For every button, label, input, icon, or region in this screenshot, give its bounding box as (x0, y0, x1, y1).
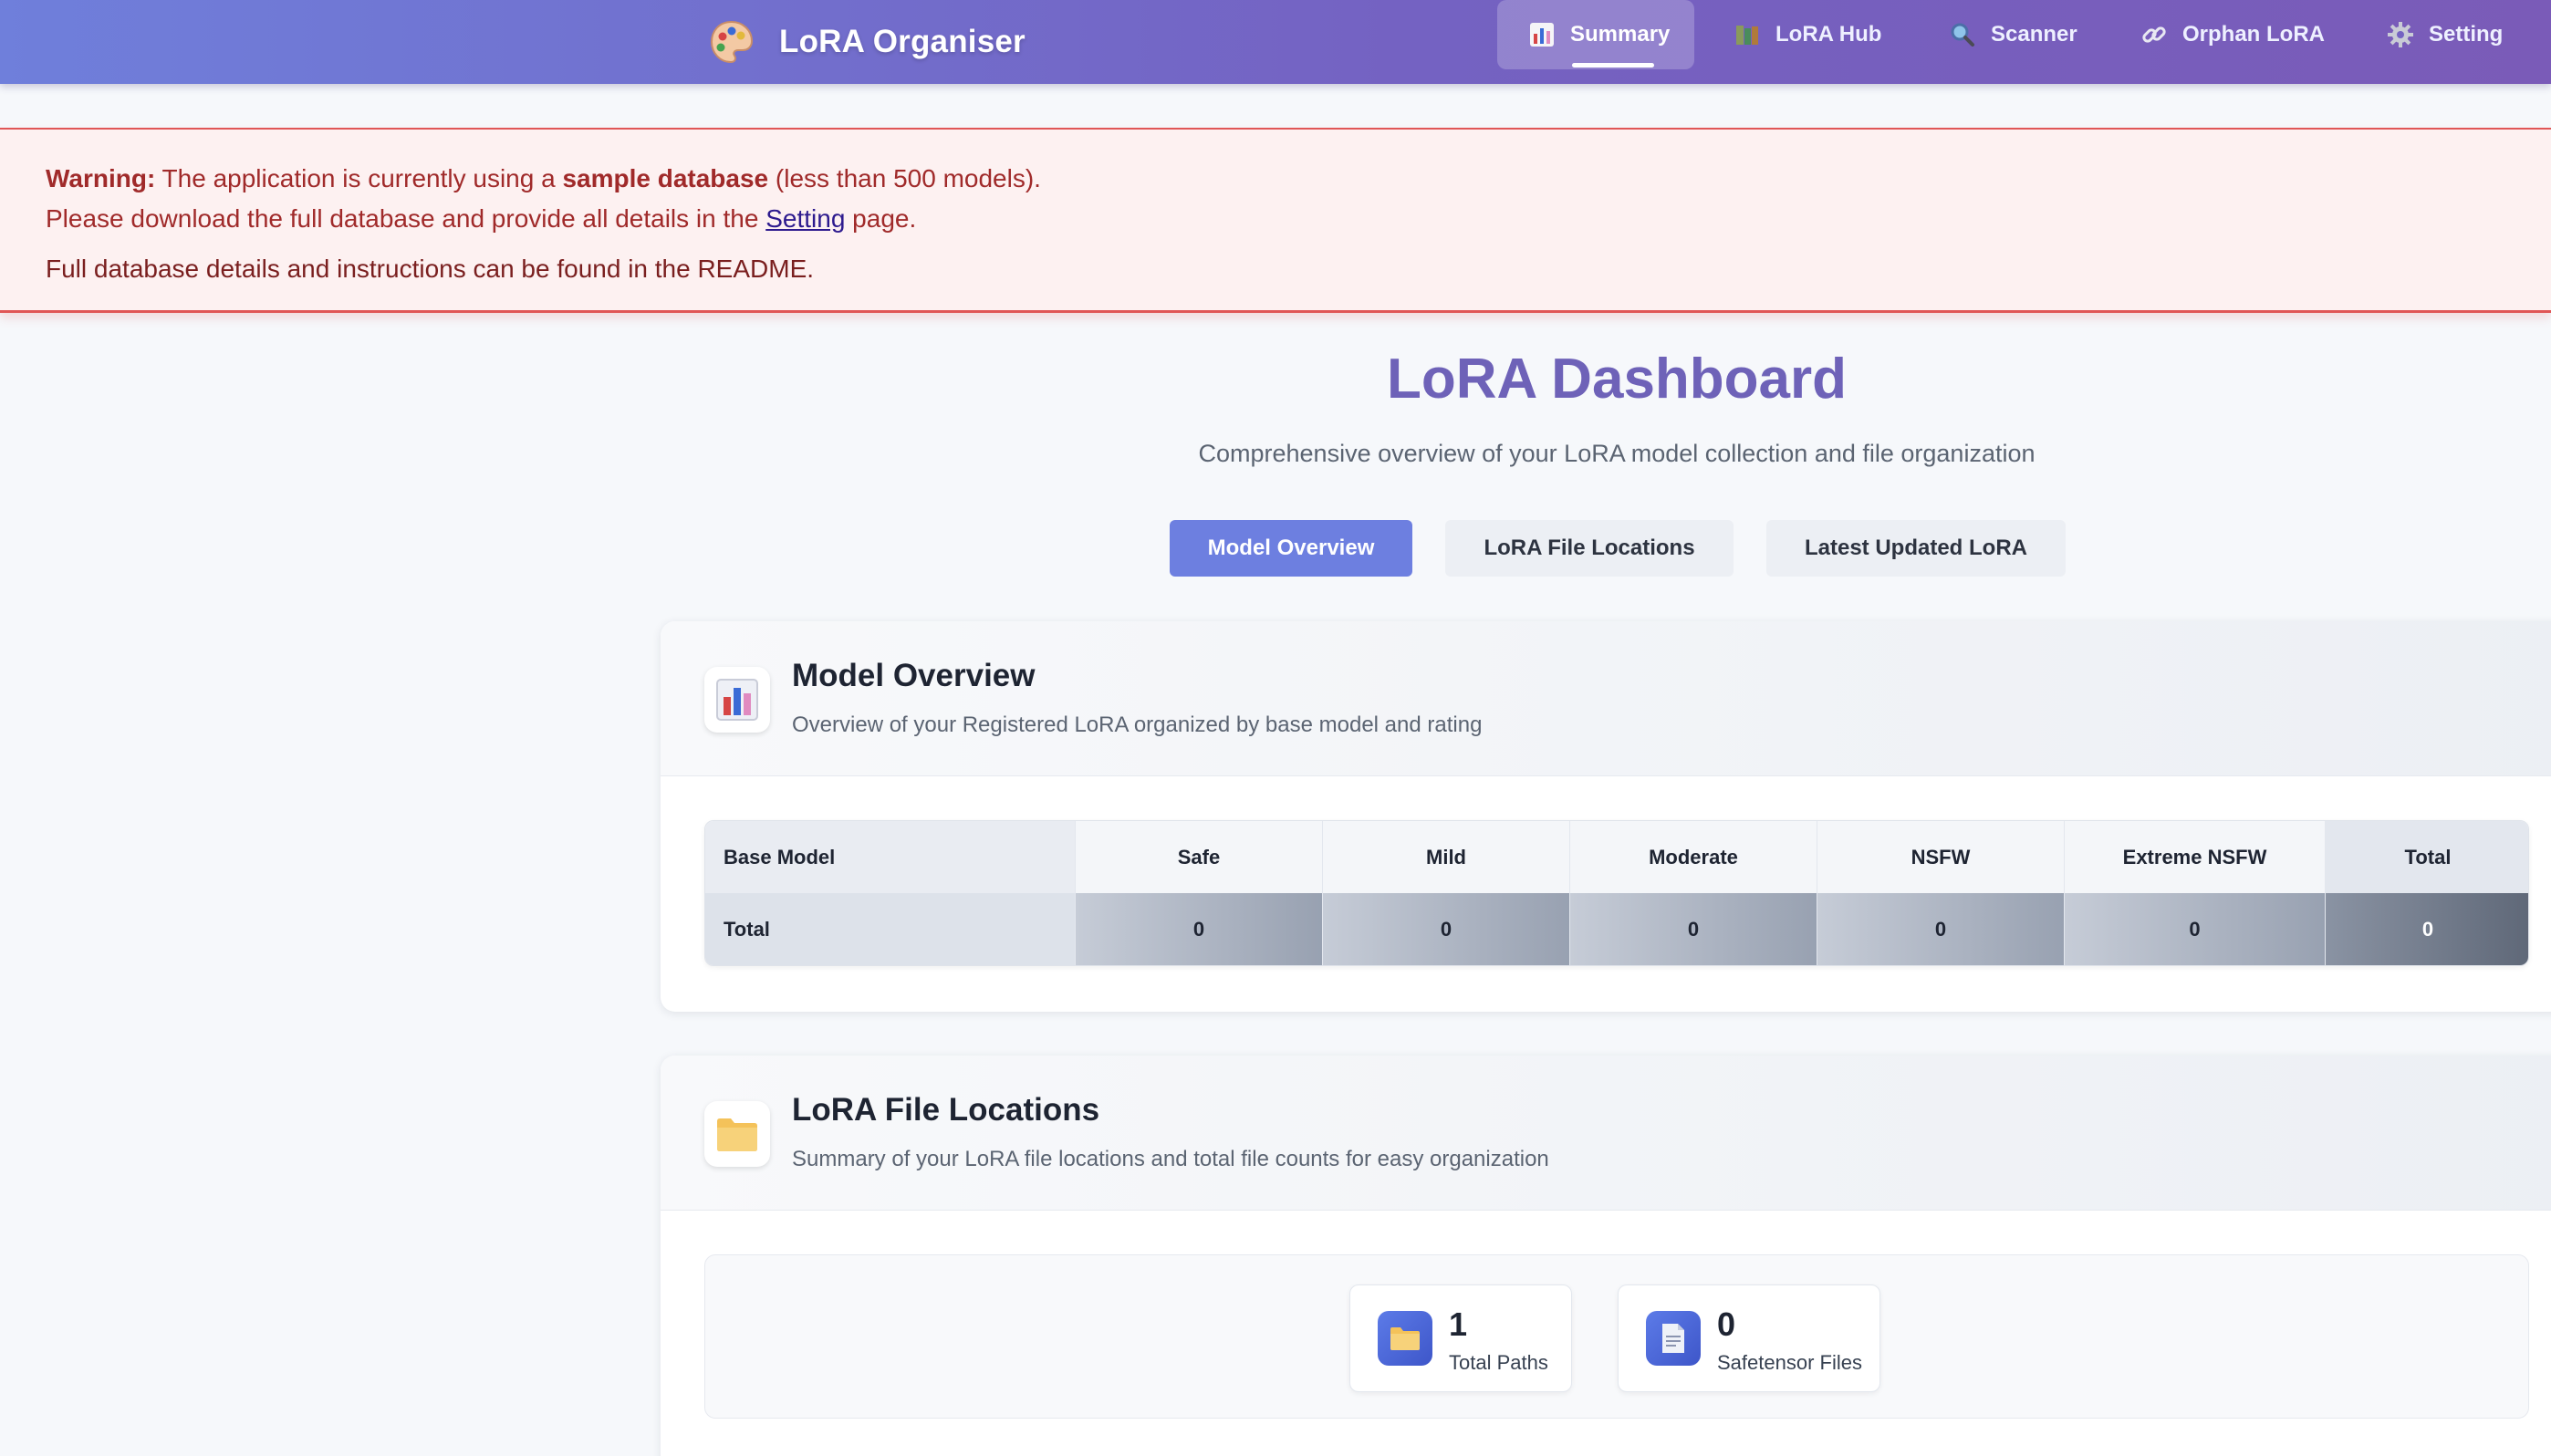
bar-chart-icon (1528, 21, 1556, 48)
warning-text: (less than 500 models). (768, 164, 1041, 192)
table-cell: 0 (1076, 893, 1323, 965)
column-header[interactable]: Extreme NSFW (2065, 821, 2326, 893)
warning-readme-line: Full database details and instructions c… (46, 255, 815, 283)
folder-icon (1378, 1311, 1432, 1366)
nav-scanner[interactable]: Scanner (1949, 0, 2077, 69)
nav-setting-label: Setting (2429, 22, 2504, 47)
stat-value: 1 (1449, 1305, 1468, 1343)
column-header[interactable]: Safe (1076, 821, 1323, 893)
column-header[interactable]: NSFW (1817, 821, 2065, 893)
table-header-row: Base Model Safe Mild Moderate NSFW Extre… (705, 821, 2528, 893)
top-navigation: LoRA Organiser Summary LoRA Hub Scanner … (0, 0, 2551, 84)
link-icon (2140, 21, 2168, 48)
model-overview-card: Model Overview Overview of your Register… (661, 621, 2551, 1012)
table-cell: 0 (1570, 893, 1817, 965)
warning-text: page. (845, 204, 917, 233)
document-icon (1646, 1311, 1701, 1366)
column-header[interactable]: Total (2326, 821, 2528, 893)
nav-summary-label: Summary (1570, 22, 1671, 47)
card-header: LoRA File Locations Summary of your LoRA… (661, 1056, 2551, 1211)
gear-icon (2387, 21, 2414, 48)
warning-banner: Warning: The application is currently us… (0, 128, 2551, 313)
warning-text: The application is currently using a (155, 164, 563, 192)
table-cell: Total (705, 893, 1076, 965)
brand[interactable]: LoRA Organiser (708, 16, 1026, 68)
page-title: LoRA Dashboard (1386, 348, 1848, 411)
table-cell: 0 (2326, 893, 2528, 965)
folder-icon (704, 1101, 770, 1167)
bar-chart-icon (704, 667, 770, 733)
tab-latest-updated-lora[interactable]: Latest Updated LoRA (1766, 520, 2066, 577)
nav-orphan-lora[interactable]: Orphan LoRA (2140, 0, 2325, 69)
stat-value: 0 (1717, 1305, 1736, 1343)
nav-summary[interactable]: Summary (1497, 0, 1694, 69)
card-title: Model Overview (792, 658, 1036, 693)
table-row: Total 0 0 0 0 0 0 (705, 893, 2528, 965)
tab-lora-file-locations[interactable]: LoRA File Locations (1445, 520, 1734, 577)
file-locations-card: LoRA File Locations Summary of your LoRA… (661, 1056, 2551, 1456)
warning-line-1: Warning: The application is currently us… (46, 159, 2551, 199)
column-header[interactable]: Base Model (705, 821, 1076, 893)
nav-orphan-lora-label: Orphan LoRA (2182, 22, 2325, 47)
stat-safetensor-files: 0 Safetensor Files (1618, 1284, 1880, 1392)
column-header[interactable]: Moderate (1570, 821, 1817, 893)
column-header[interactable]: Mild (1323, 821, 1570, 893)
stat-label: Safetensor Files (1717, 1351, 1862, 1374)
stat-label: Total Paths (1449, 1351, 1548, 1374)
nav-lora-hub-label: LoRA Hub (1775, 22, 1882, 47)
books-icon (1734, 21, 1761, 48)
active-tab-indicator (1572, 63, 1654, 68)
magnifier-icon (1949, 21, 1976, 48)
setting-link[interactable]: Setting (765, 204, 845, 233)
card-title: LoRA File Locations (792, 1092, 1100, 1128)
app-title: LoRA Organiser (779, 24, 1026, 59)
stat-total-paths: 1 Total Paths (1349, 1284, 1572, 1392)
warning-emphasis: sample database (562, 164, 769, 192)
table-cell: 0 (1323, 893, 1570, 965)
warning-label: Warning: (46, 164, 156, 192)
card-description: Summary of your LoRA file locations and … (792, 1147, 1549, 1171)
table-cell: 0 (1817, 893, 2065, 965)
card-header: Model Overview Overview of your Register… (661, 621, 2551, 776)
warning-line-2: Please download the full database and pr… (46, 199, 2551, 239)
card-description: Overview of your Registered LoRA organiz… (792, 712, 1483, 737)
table-cell: 0 (2065, 893, 2326, 965)
rating-table: Base Model Safe Mild Moderate NSFW Extre… (704, 820, 2529, 966)
nav-setting[interactable]: Setting (2387, 0, 2503, 69)
location-stats-panel: 1 Total Paths 0 Safetensor Files (704, 1254, 2529, 1419)
nav-scanner-label: Scanner (1991, 22, 2077, 47)
tab-model-overview[interactable]: Model Overview (1170, 520, 1412, 577)
palette-icon (708, 18, 755, 66)
warning-text: Please download the full database and pr… (46, 204, 766, 233)
nav-lora-hub[interactable]: LoRA Hub (1734, 0, 1881, 69)
page-subtitle: Comprehensive overview of your LoRA mode… (1198, 440, 2036, 467)
